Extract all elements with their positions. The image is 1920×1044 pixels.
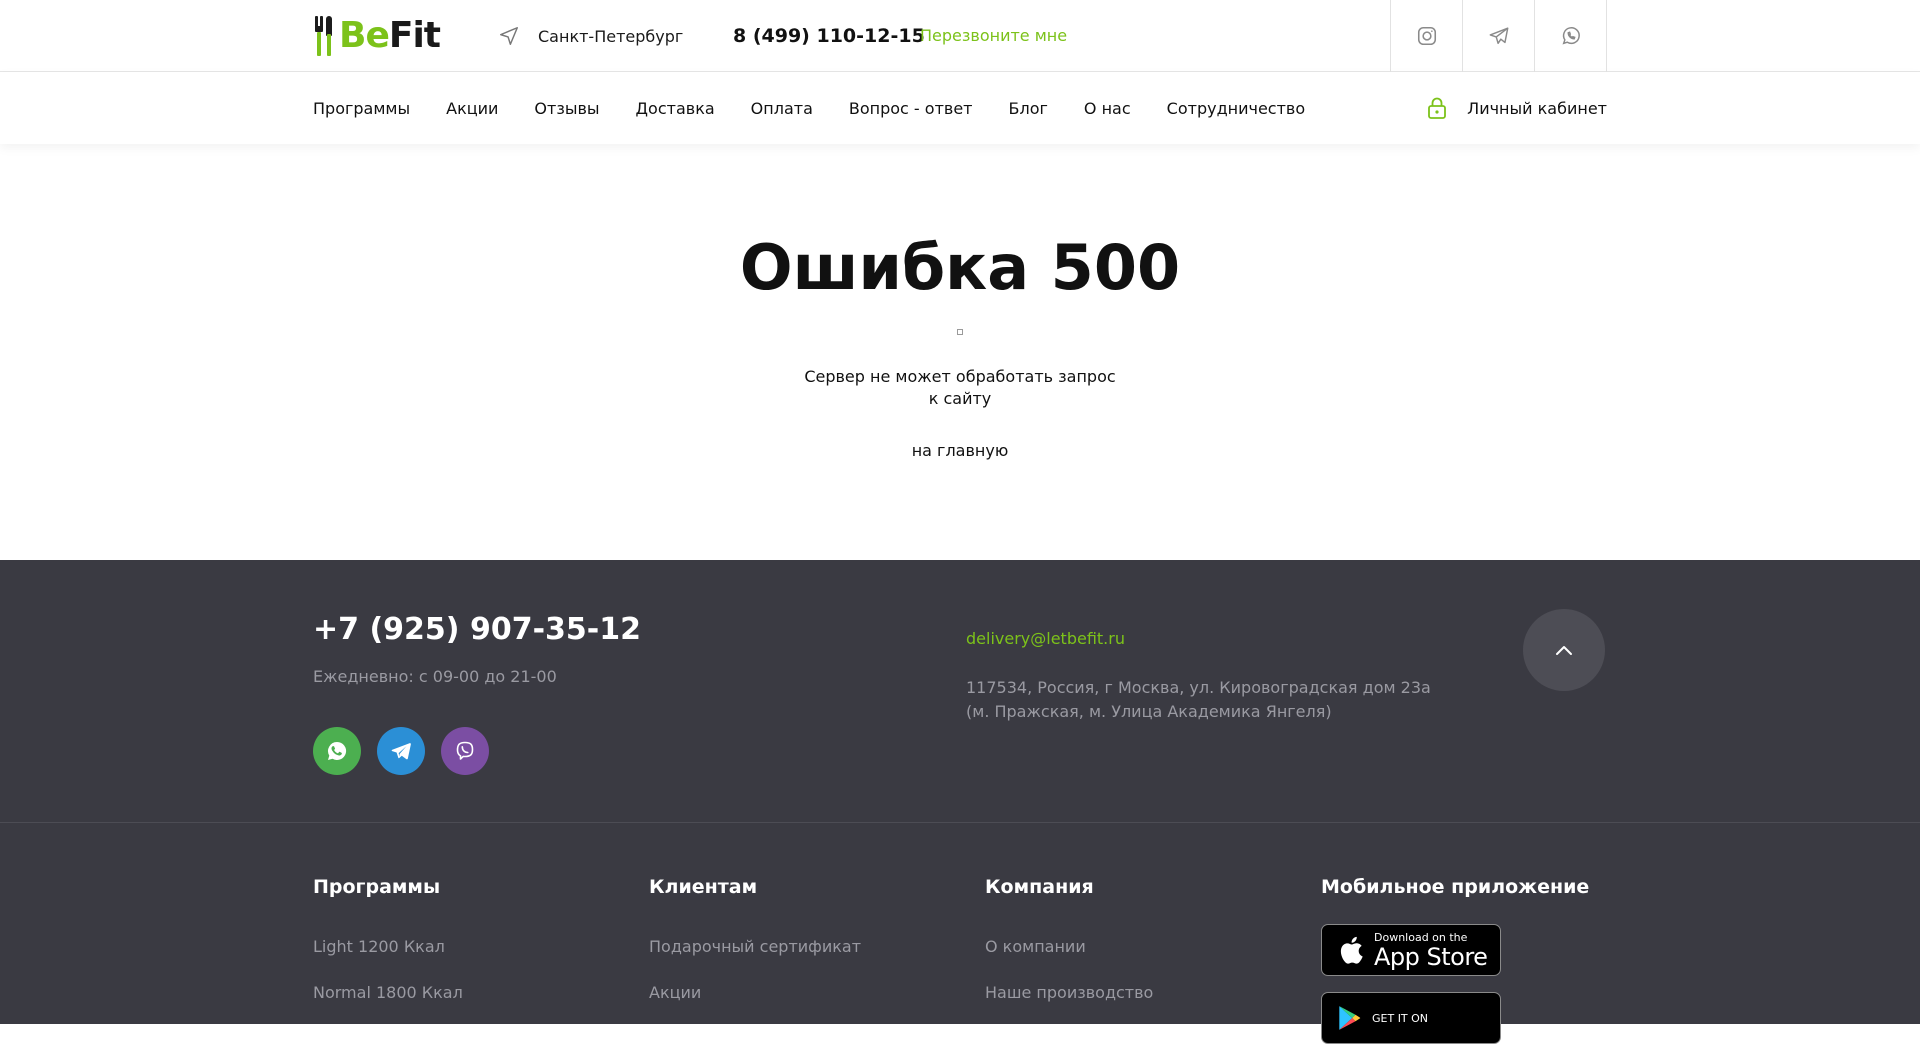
app-store-small-text: Download on the <box>1374 930 1468 944</box>
lock-icon <box>1428 97 1447 119</box>
error-section: Ошибка 500 Сервер не может обработать за… <box>0 144 1920 560</box>
footer-column-title: Программы <box>313 876 441 898</box>
nav-item-programs[interactable]: Программы <box>313 99 410 118</box>
footer-column-mobile-app: Мобильное приложение Download on the App… <box>1321 874 1611 1044</box>
google-play-label: GET IT ON <box>1372 1012 1428 1025</box>
chevron-up-icon <box>1556 646 1572 655</box>
footer-telegram-button[interactable] <box>377 727 425 775</box>
location-arrow-icon <box>500 27 518 45</box>
nav-item-blog[interactable]: Блог <box>1009 99 1048 118</box>
footer-link-production[interactable]: Наше производство <box>985 982 1153 1004</box>
account-label: Личный кабинет <box>1467 98 1607 118</box>
footer-address-line1: 117534, Россия, г Москва, ул. Кировоград… <box>966 678 1431 697</box>
telegram-icon <box>1489 27 1508 45</box>
footer-link-light-1200[interactable]: Light 1200 Ккал <box>313 936 445 958</box>
nav-item-promotions[interactable]: Акции <box>446 99 498 118</box>
account-link[interactable]: Личный кабинет <box>1427 72 1607 144</box>
footer-address: 117534, Россия, г Москва, ул. Кировоград… <box>966 676 1431 724</box>
app-store-big-text: App Store <box>1374 942 1488 971</box>
footer-hours: Ежедневно: с 09-00 до 21-00 <box>313 667 557 686</box>
error-message: Сервер не может обработать запрос к сайт… <box>804 367 1116 408</box>
footer-phone[interactable]: +7 (925) 907-35-12 <box>313 610 641 650</box>
footer-link-about-company[interactable]: О компании <box>985 936 1086 958</box>
logo-text: BeFit <box>339 14 441 58</box>
footer-divider <box>0 822 1920 823</box>
header-whatsapp-button[interactable] <box>1535 0 1607 72</box>
logo-text-be: Be <box>339 15 390 56</box>
nav-item-payment[interactable]: Оплата <box>751 99 813 118</box>
whatsapp-icon <box>1562 27 1580 45</box>
viber-icon <box>456 741 474 760</box>
footer-column-clients: Клиентам Подарочный сертификат Акции <box>649 874 861 1002</box>
nav-item-about[interactable]: О нас <box>1084 99 1131 118</box>
nav-item-reviews[interactable]: Отзывы <box>534 99 599 118</box>
footer-column-company: Компания О компании Наше производство <box>985 874 1153 1002</box>
nav-item-faq[interactable]: Вопрос - ответ <box>849 99 973 118</box>
scroll-to-top-button[interactable] <box>1523 609 1605 691</box>
app-store-label: Download on the App Store <box>1374 930 1488 971</box>
footer-column-title: Компания <box>985 876 1094 898</box>
footer: +7 (925) 907-35-12 Ежедневно: с 09-00 до… <box>0 560 1920 1044</box>
error-image-placeholder <box>957 329 963 335</box>
top-bar: BeFit Санкт-Петербург 8 (499) 110-12-15 … <box>0 0 1920 72</box>
home-link[interactable]: на главную <box>0 440 1920 462</box>
telegram-icon <box>391 743 411 760</box>
footer-link-promotions[interactable]: Акции <box>649 982 701 1004</box>
city-name: Санкт-Петербург <box>538 26 684 46</box>
footer-viber-button[interactable] <box>441 727 489 775</box>
instagram-icon <box>1417 26 1436 46</box>
footer-messengers <box>313 727 489 775</box>
app-store-button[interactable]: Download on the App Store <box>1321 924 1501 976</box>
google-play-button[interactable]: GET IT ON <box>1321 992 1501 1044</box>
footer-link-normal-1800[interactable]: Normal 1800 Ккал <box>313 982 463 1004</box>
header-phone[interactable]: 8 (499) 110-12-15 <box>733 22 925 50</box>
footer-column-title: Клиентам <box>649 876 758 898</box>
main-navigation-bar: Программы Акции Отзывы Доставка Оплата В… <box>0 72 1920 144</box>
header-telegram-button[interactable] <box>1463 0 1535 72</box>
footer-link-gift-certificate[interactable]: Подарочный сертификат <box>649 936 861 958</box>
fork-knife-icon <box>313 14 335 58</box>
whatsapp-icon <box>328 741 347 760</box>
logo[interactable]: BeFit <box>313 14 441 58</box>
footer-column-title: Мобильное приложение <box>1321 876 1590 898</box>
error-title: Ошибка 500 <box>739 231 1181 304</box>
footer-column-programs: Программы Light 1200 Ккал Normal 1800 Кк… <box>313 874 463 1002</box>
city-selector[interactable]: Санкт-Петербург <box>498 24 683 48</box>
footer-address-line2: (м. Пражская, м. Улица Академика Янгеля) <box>966 702 1332 721</box>
google-play-small-text: GET IT ON <box>1372 1011 1429 1025</box>
nav-item-delivery[interactable]: Доставка <box>636 99 715 118</box>
main-nav: Программы Акции Отзывы Доставка Оплата В… <box>313 72 1341 144</box>
nav-item-cooperation[interactable]: Сотрудничество <box>1167 99 1305 118</box>
header-socials <box>1390 0 1607 72</box>
footer-email[interactable]: delivery@letbefit.ru <box>966 628 1125 650</box>
header-instagram-button[interactable] <box>1391 0 1463 72</box>
callback-link[interactable]: Перезвоните мне <box>920 24 1067 48</box>
google-play-icon <box>1339 1006 1361 1030</box>
apple-icon <box>1340 936 1363 964</box>
footer-whatsapp-button[interactable] <box>313 727 361 775</box>
logo-text-fit: Fit <box>388 15 441 56</box>
